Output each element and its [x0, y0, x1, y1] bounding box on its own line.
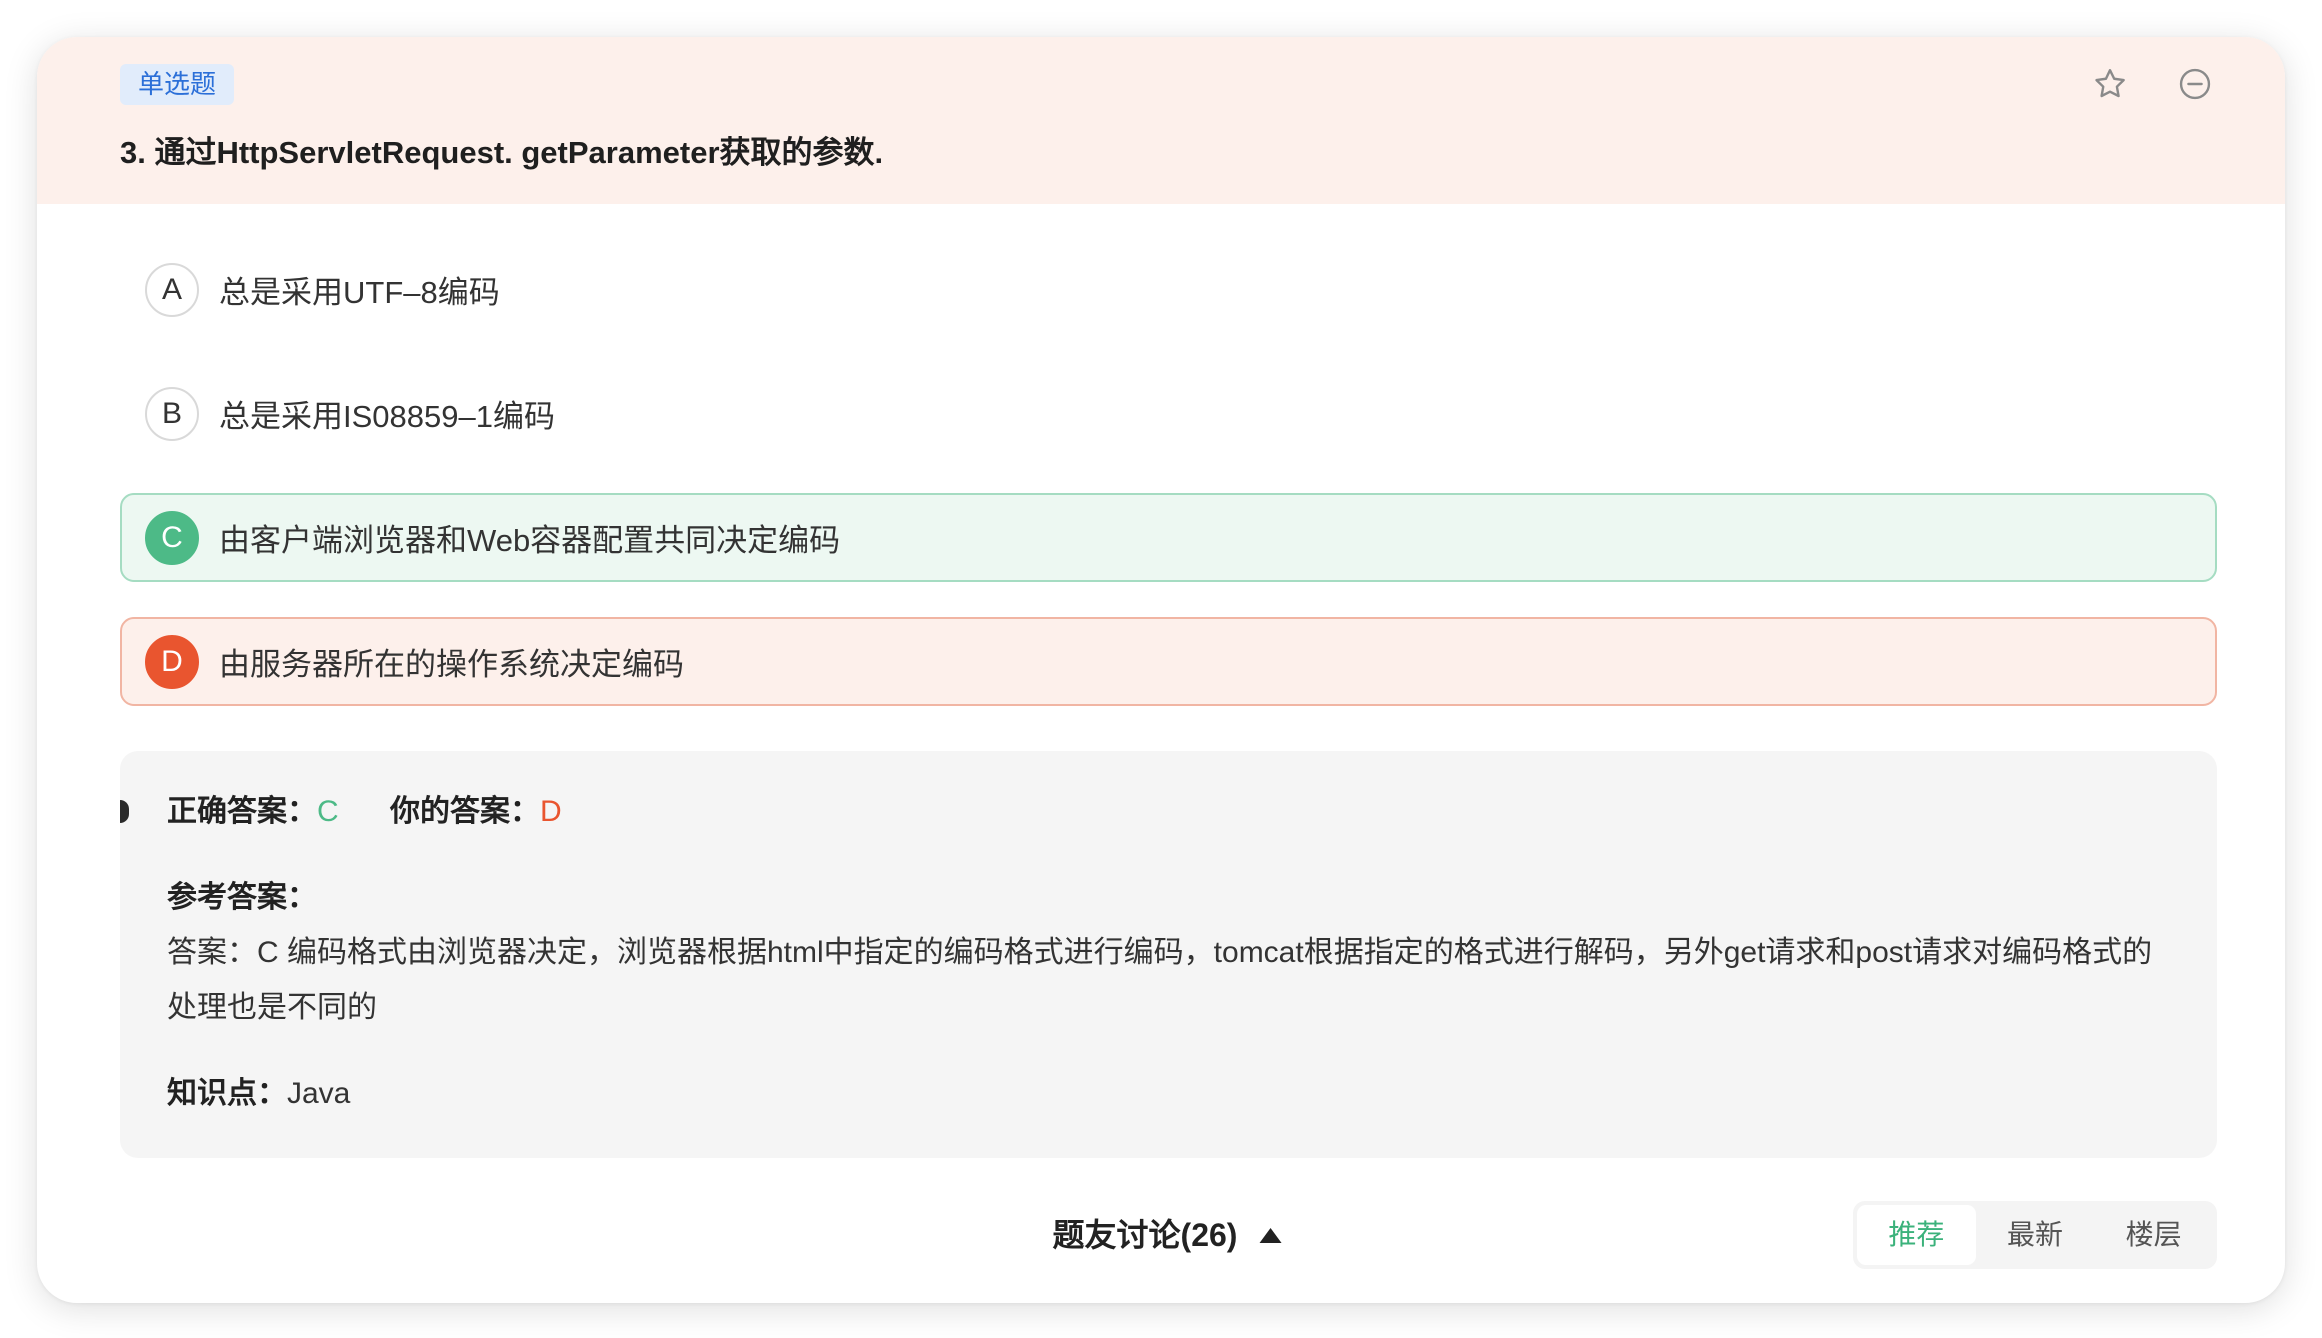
option-letter: A: [145, 262, 199, 317]
option-text: 由客户端浏览器和Web容器配置共同决定编码: [219, 523, 841, 558]
option-letter: B: [145, 386, 199, 441]
knowledge-label: 知识点：: [167, 1077, 287, 1110]
option-letter: C: [145, 510, 199, 565]
tab-latest[interactable]: 最新: [1976, 1205, 2095, 1265]
correct-answer-value: C: [317, 795, 339, 828]
knowledge-value: Java: [287, 1077, 351, 1110]
reference-answer-text: 答案：C 编码格式由浏览器决定，浏览器根据html中指定的编码格式进行编码，to…: [167, 936, 2153, 1024]
tab-recommended[interactable]: 推荐: [1857, 1205, 1976, 1265]
discussion-toggle[interactable]: 题友讨论(26): [1053, 1212, 1282, 1258]
question-title: 3. 通过HttpServletRequest. getParameter获取的…: [120, 135, 884, 170]
answer-panel: 正确答案：C 你的答案：D 参考答案： 答案：C 编码格式由浏览器决定，浏览器根…: [120, 751, 2217, 1158]
your-answer-value: D: [540, 795, 562, 828]
option-c[interactable]: C 由客户端浏览器和Web容器配置共同决定编码: [120, 493, 2217, 582]
reference-answer-label: 参考答案：: [167, 881, 317, 914]
option-d[interactable]: D 由服务器所在的操作系统决定编码: [120, 617, 2217, 706]
caret-up-icon: [1259, 1227, 1282, 1243]
options-list: A 总是采用UTF–8编码 B 总是采用IS08859–1编码 C 由客户端浏览…: [120, 245, 2217, 741]
option-letter: D: [145, 634, 199, 689]
correct-answer: 正确答案：C: [167, 789, 339, 834]
your-answer: 你的答案：D: [390, 789, 562, 834]
question-header: 单选题 3. 通过HttpServletRequest. getParamete…: [37, 37, 2285, 204]
sort-tabs: 推荐 最新 楼层: [1853, 1201, 2217, 1269]
option-a[interactable]: A 总是采用UTF–8编码: [120, 245, 2217, 334]
question-type-tag: 单选题: [120, 64, 235, 105]
option-text: 总是采用IS08859–1编码: [219, 399, 555, 434]
tab-floor[interactable]: 楼层: [2094, 1205, 2213, 1265]
discussion-label: 题友讨论(26): [1052, 1217, 1238, 1253]
minus-circle-icon[interactable]: [2177, 66, 2213, 102]
question-card: 单选题 3. 通过HttpServletRequest. getParamete…: [37, 37, 2285, 1303]
option-text: 总是采用UTF–8编码: [219, 275, 500, 310]
knowledge-point: 知识点：Java: [167, 1071, 350, 1116]
option-text: 由服务器所在的操作系统决定编码: [219, 647, 684, 682]
panel-marker: [120, 800, 129, 823]
option-b[interactable]: B 总是采用IS08859–1编码: [120, 369, 2217, 458]
star-icon[interactable]: [2092, 66, 2128, 102]
correct-answer-label: 正确答案：: [167, 795, 317, 828]
your-answer-label: 你的答案：: [390, 795, 540, 828]
